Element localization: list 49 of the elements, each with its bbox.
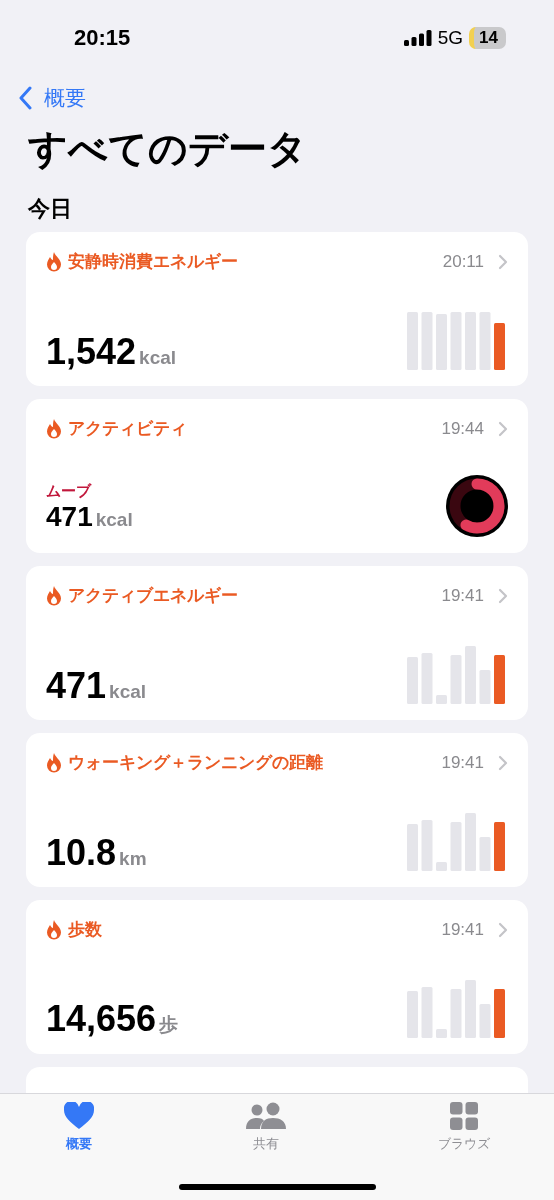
chevron-icon (498, 420, 508, 437)
card-time: 19:41 (441, 585, 484, 606)
card-value: 471 (46, 668, 107, 704)
card-title: ウォーキング＋ランニングの距離 (68, 751, 324, 774)
network-label: 5G (437, 27, 464, 49)
back-icon (18, 86, 32, 110)
data-card[interactable]: アクティブエネルギー 19:41 471 kcal (26, 566, 528, 720)
unit-label: kcal (95, 508, 133, 531)
chevron-icon (498, 921, 508, 938)
chevron-icon (498, 253, 508, 270)
flame-icon (46, 752, 62, 773)
tab-item[interactable]: 概要 (50, 1102, 108, 1166)
flame-icon (46, 919, 62, 940)
card-title: 歩数 (68, 918, 103, 941)
section-heading: 今日 (28, 195, 73, 223)
status-time: 20:15 (74, 25, 131, 51)
data-card[interactable]: アクティビティ 19:44 ムーブ 471 kcal (26, 399, 528, 553)
card-time: 19:41 (441, 752, 484, 773)
card-time: 20:11 (442, 251, 484, 272)
unit-label: kcal (109, 681, 147, 703)
unit-label: km (119, 848, 147, 870)
card-value: 10.8 (46, 835, 117, 871)
flame-icon (46, 251, 62, 272)
card-value: 14,656 (46, 1001, 157, 1037)
card-time: 19:44 (441, 418, 484, 439)
page-title: すべてのデータ (28, 125, 308, 173)
card-time: 19:41 (441, 919, 484, 940)
card-value: 1,542 (46, 334, 137, 370)
card-value: 471 (46, 502, 93, 531)
battery-level: 14 (469, 27, 506, 49)
chevron-icon (498, 754, 508, 771)
card-title: アクティビティ (68, 417, 188, 440)
data-card[interactable]: 安静時消費エネルギー 20:11 1,542 kcal (26, 232, 528, 386)
move-label: ムーブ (46, 481, 93, 501)
signal-icon (403, 30, 432, 46)
heart-icon (64, 1102, 94, 1130)
activity-ring (446, 475, 508, 537)
grid-icon (450, 1102, 478, 1130)
people-icon (246, 1102, 286, 1130)
back-button[interactable]: 概要 (18, 84, 86, 112)
data-card[interactable]: 歩数 19:41 14,656 歩 (26, 900, 528, 1054)
unit-label: kcal (139, 347, 177, 369)
flame-icon (46, 418, 62, 439)
chevron-icon (498, 587, 508, 604)
card-title: 安静時消費エネルギー (68, 250, 239, 273)
flame-icon (46, 585, 62, 606)
unit-label: 歩 (159, 1013, 179, 1037)
data-card[interactable]: ウォーキング＋ランニングの距離 19:41 10.8 km (26, 733, 528, 887)
card-title: アクティブエネルギー (68, 584, 239, 607)
